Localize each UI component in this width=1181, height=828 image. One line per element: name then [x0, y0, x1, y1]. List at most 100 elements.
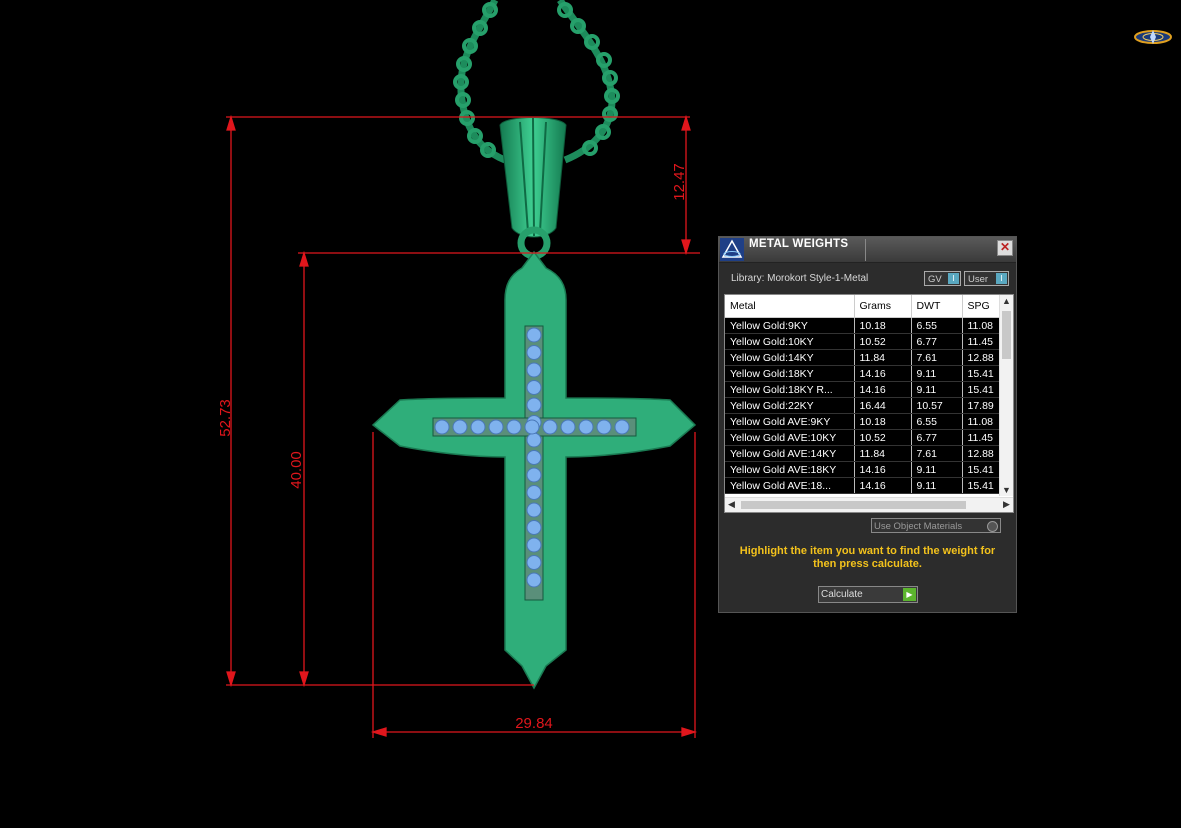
bail-height-label: 12.47 [671, 163, 688, 201]
table-cell: 6.55 [911, 317, 963, 334]
table-cell: Yellow Gold AVE:18KY [725, 461, 855, 478]
vertical-scrollbar[interactable]: ▲ ▼ [999, 295, 1013, 496]
table-cell: Yellow Gold AVE:18... [725, 477, 855, 494]
table-cell: Yellow Gold AVE:10KY [725, 429, 855, 446]
hint-text: Highlight the item you want to find the … [739, 545, 996, 570]
panel-title-bar[interactable]: METAL WEIGHTS ✕ [719, 237, 1016, 263]
table-cell: 15.41 [962, 381, 1001, 398]
table-cell: 15.41 [962, 365, 1001, 382]
table-cell: 15.41 [962, 477, 1001, 494]
column-header[interactable]: Metal [725, 295, 855, 318]
table-cell: 11.84 [854, 349, 912, 366]
body-height-label: 40.00 [288, 451, 305, 489]
title-divider [865, 239, 866, 261]
table-row[interactable]: Yellow Gold AVE:14KY 11.84 7.61 12.88 [725, 445, 1001, 462]
gemstone [488, 419, 504, 435]
gemstone [560, 419, 576, 435]
table-row[interactable]: Yellow Gold:14KY 11.84 7.61 12.88 [725, 349, 1001, 366]
metal-table-container[interactable]: Metal Grams DWT SPG Yellow Gold:9KY 10.18 6.5… [724, 294, 1014, 513]
gemstone [614, 419, 630, 435]
table-cell: 9.11 [911, 477, 963, 494]
gemstone [526, 432, 542, 448]
table-cell: 15.41 [962, 461, 1001, 478]
table-cell: 12.88 [962, 349, 1001, 366]
gemstone [524, 419, 540, 435]
play-arrow-icon: ▶ [903, 588, 916, 601]
user-toggle[interactable]: User I [964, 271, 1009, 286]
table-row[interactable]: Yellow Gold:22KY 16.44 10.57 17.89 [725, 397, 1001, 414]
table-cell: 10.52 [854, 333, 912, 350]
app-logo-icon [720, 238, 744, 261]
scroll-left-icon[interactable]: ◀ [725, 499, 738, 510]
toggle-knob-icon: I [996, 273, 1007, 284]
table-body: Yellow Gold:9KY 10.18 6.55 11.08 Yellow Gold… [725, 317, 1001, 494]
table-cell: Yellow Gold:10KY [725, 333, 855, 350]
table-cell: 16.44 [854, 397, 912, 414]
table-cell: Yellow Gold:18KY R... [725, 381, 855, 398]
gemstone [526, 485, 542, 500]
table-cell: 9.11 [911, 461, 963, 478]
table-cell: 10.18 [854, 413, 912, 430]
table-row[interactable]: Yellow Gold AVE:10KY 10.52 6.77 11.45 [725, 429, 1001, 446]
column-header[interactable]: DWT [911, 295, 963, 318]
use-object-materials-toggle[interactable]: Use Object Materials [871, 518, 1001, 533]
scroll-right-icon[interactable]: ▶ [1000, 499, 1013, 510]
gemstone [526, 555, 542, 570]
table-cell: 17.89 [962, 397, 1001, 414]
table-row[interactable]: Yellow Gold:18KY 14.16 9.11 15.41 [725, 365, 1001, 382]
gemstone [526, 397, 542, 413]
gemstone [506, 419, 522, 435]
metal-weights-panel: METAL WEIGHTS ✕ Library: Morokort Style-… [718, 236, 1017, 613]
gemstone [526, 537, 542, 553]
table-row[interactable]: Yellow Gold:9KY 10.18 6.55 11.08 [725, 317, 1001, 334]
table-row[interactable]: Yellow Gold AVE:9KY 10.18 6.55 11.08 [725, 413, 1001, 430]
table-cell: 14.16 [854, 461, 912, 478]
close-button[interactable]: ✕ [997, 240, 1013, 256]
table-cell: Yellow Gold:22KY [725, 397, 855, 414]
table-cell: Yellow Gold:18KY [725, 365, 855, 382]
overall-height-label: 52.73 [217, 399, 234, 437]
gemstone [526, 502, 542, 518]
gemstone [470, 419, 486, 435]
calculate-button[interactable]: Calculate ▶ [818, 586, 918, 603]
gv-toggle[interactable]: GV I [924, 271, 961, 286]
table-cell: 9.11 [911, 365, 963, 382]
bail [499, 117, 567, 260]
gemstone [434, 419, 450, 435]
table-cell: Yellow Gold AVE:9KY [725, 413, 855, 430]
horizontal-scrollbar[interactable]: ◀ ▶ [725, 497, 1013, 512]
gemstone [526, 362, 542, 378]
calculate-label: Calculate [821, 589, 863, 600]
scroll-up-icon[interactable]: ▲ [1000, 296, 1013, 306]
panel-title: METAL WEIGHTS [749, 238, 849, 250]
table-cell: 10.52 [854, 429, 912, 446]
table-cell: 11.84 [854, 445, 912, 462]
column-header[interactable]: SPG [962, 295, 1001, 318]
metal-table: Metal Grams DWT SPG Yellow Gold:9KY 10.18 6.5… [725, 295, 1001, 494]
table-row[interactable]: Yellow Gold AVE:18... 14.16 9.11 15.41 [725, 477, 1001, 494]
gemstone [526, 345, 542, 360]
table-cell: 14.16 [854, 381, 912, 398]
table-row[interactable]: Yellow Gold:18KY R... 14.16 9.11 15.41 [725, 381, 1001, 398]
column-header[interactable]: Grams [854, 295, 912, 318]
toggle-knob-icon: I [948, 273, 959, 284]
width-label: 29.84 [515, 715, 553, 732]
scroll-down-icon[interactable]: ▼ [1000, 485, 1013, 495]
gemstone [526, 467, 542, 483]
cross-pendant [371, 250, 697, 690]
table-cell: 11.08 [962, 413, 1001, 430]
user-toggle-label: User [968, 274, 989, 285]
table-cell: 11.45 [962, 429, 1001, 446]
table-row[interactable]: Yellow Gold AVE:18KY 14.16 9.11 15.41 [725, 461, 1001, 478]
brand-logo [1134, 30, 1172, 44]
table-cell: Yellow Gold:9KY [725, 317, 855, 334]
gemstone [452, 419, 468, 435]
gemstone [526, 520, 542, 535]
table-cell: 9.11 [911, 381, 963, 398]
table-cell: 6.77 [911, 333, 963, 350]
horizontal-scroll-thumb[interactable] [741, 501, 966, 509]
table-cell: 7.61 [911, 349, 963, 366]
vertical-scroll-thumb[interactable] [1002, 311, 1011, 359]
table-row[interactable]: Yellow Gold:10KY 10.52 6.77 11.45 [725, 333, 1001, 350]
table-cell: 6.55 [911, 413, 963, 430]
